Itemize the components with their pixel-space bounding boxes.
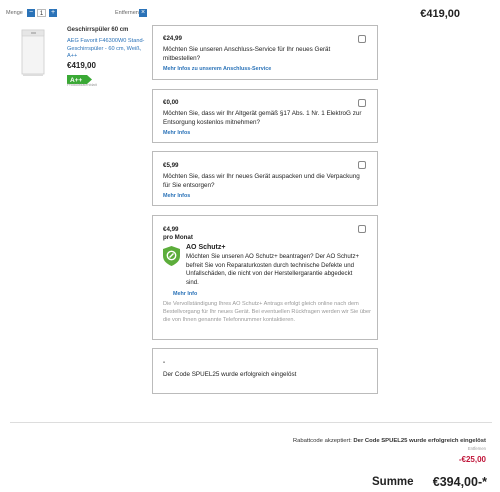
divider bbox=[10, 422, 492, 423]
product-price: €419,00 bbox=[67, 61, 96, 70]
product-image[interactable] bbox=[14, 28, 52, 80]
option-more-info-link[interactable]: Mehr Infos bbox=[163, 193, 190, 199]
option-checkbox[interactable] bbox=[358, 161, 366, 169]
product-datasheet-link[interactable]: Produktdatenblatt bbox=[67, 83, 97, 87]
shield-icon bbox=[163, 246, 180, 266]
option-checkbox[interactable] bbox=[358, 35, 366, 43]
ao-title: AO Schutz+ bbox=[186, 244, 226, 251]
option-card-installation: €24,99 Möchten Sie unseren Anschluss-Ser… bbox=[152, 25, 378, 80]
remove-button[interactable]: × bbox=[139, 9, 147, 17]
option-card-ao-protection: €4,99 pro Monat AO Schutz+ Möchten Sie u… bbox=[152, 215, 378, 340]
coupon-accepted-message: Der Code SPUEL25 wurde erfolgreich einge… bbox=[353, 438, 486, 444]
option-price: €24,99 bbox=[163, 35, 182, 42]
coupon-message: Der Code SPUEL25 wurde erfolgreich einge… bbox=[163, 371, 297, 378]
quantity-plus-button[interactable]: + bbox=[49, 9, 57, 17]
energy-label-badge[interactable]: A++ bbox=[67, 71, 92, 84]
option-card-disposal: €0,00 Möchten Sie, dass wir Ihr Altgerät… bbox=[152, 89, 378, 143]
option-more-info-link[interactable]: Mehr Info bbox=[173, 291, 197, 297]
dishwasher-image bbox=[21, 29, 45, 76]
option-more-info-link[interactable]: Mehr Infos zu unserem Anschluss-Service bbox=[163, 66, 271, 72]
quantity-minus-button[interactable]: − bbox=[27, 9, 35, 17]
coupon-accepted-prefix: Rabattcode akzeptiert: bbox=[292, 438, 352, 444]
option-description: Möchten Sie unseren AO Schutz+ beantrage… bbox=[186, 253, 360, 286]
option-card-unpacking: €5,99 Möchten Sie, dass wir Ihr neues Ge… bbox=[152, 151, 378, 206]
coupon-dash: - bbox=[163, 359, 166, 366]
option-price: €4,99 bbox=[163, 226, 179, 233]
remove-label: Entfernen bbox=[115, 10, 139, 16]
coupon-accepted-text: Rabattcode akzeptiert: Der Code SPUEL25 … bbox=[293, 438, 486, 444]
coupon-card: - Der Code SPUEL25 wurde erfolgreich ein… bbox=[152, 348, 378, 394]
total-value: €394,00-* bbox=[432, 475, 487, 489]
product-name-link[interactable]: AEG Favorit F46300W0 Stand-Geschirrspüle… bbox=[67, 38, 147, 61]
option-price: €0,00 bbox=[163, 99, 179, 106]
option-price-period: pro Monat bbox=[163, 234, 193, 241]
option-price: €5,99 bbox=[163, 162, 179, 169]
ao-note: Die Vervollständigung Ihres AO Schutz+ A… bbox=[163, 301, 372, 324]
discount-amount: -€25,00 bbox=[458, 455, 486, 464]
total-label: Summe bbox=[372, 476, 414, 488]
coupon-remove-link[interactable]: Entfernen bbox=[468, 446, 486, 451]
item-total-price: €419,00 bbox=[420, 8, 460, 20]
option-description: Möchten Sie, dass wir Ihr Altgerät gemäß… bbox=[163, 110, 362, 126]
option-checkbox[interactable] bbox=[358, 99, 366, 107]
quantity-input[interactable]: 1 bbox=[37, 9, 46, 17]
option-checkbox[interactable] bbox=[358, 225, 366, 233]
product-category: Geschirrspüler 60 cm bbox=[67, 27, 129, 33]
option-more-info-link[interactable]: Mehr Infos bbox=[163, 130, 190, 136]
option-description: Möchten Sie, dass wir Ihr neues Gerät au… bbox=[163, 173, 360, 189]
option-description: Möchten Sie unseren Anschluss-Service fü… bbox=[163, 46, 331, 62]
quantity-label: Menge bbox=[6, 10, 23, 16]
